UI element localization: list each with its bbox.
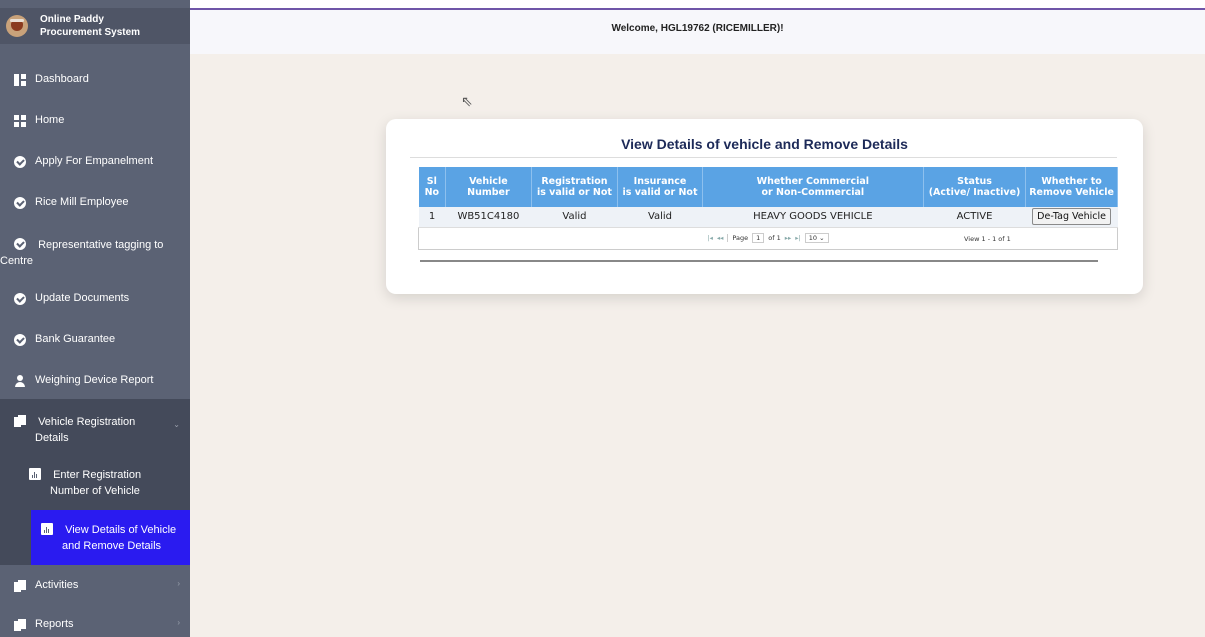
divider xyxy=(410,157,1117,158)
sidebar-item-dashboard[interactable]: Dashboard xyxy=(0,73,190,86)
check-circle-icon xyxy=(14,156,26,168)
table-header-row: Sl No Vehicle Number Registration is valid… xyxy=(418,167,1118,207)
sidebar: Online Paddy Procurement System Dashboar… xyxy=(0,0,190,637)
cell-sl-no: 1 xyxy=(418,207,446,228)
sidebar-item-label-line2: and Remove Details xyxy=(62,540,162,552)
sidebar-item-bank-guarantee[interactable]: Bank Guarantee xyxy=(0,333,190,346)
column-header-commercial[interactable]: Whether Commercial or Non-Commercial xyxy=(702,167,924,207)
top-bar: Welcome, HGL19762 (RICEMILLER)! xyxy=(190,8,1205,54)
first-page-icon[interactable]: |◂ xyxy=(707,234,712,242)
page-size-select[interactable]: 10 ⌄ xyxy=(804,233,829,243)
user-icon xyxy=(14,375,26,387)
sidebar-item-label-line2: Centre xyxy=(0,255,34,267)
page-number-input[interactable]: 1 xyxy=(752,233,765,243)
de-tag-vehicle-button[interactable]: De-Tag Vehicle xyxy=(1032,208,1111,226)
prev-page-icon[interactable]: ◂◂ xyxy=(717,234,724,242)
column-header-vehicle-number[interactable]: Vehicle Number xyxy=(445,167,532,207)
sidebar-item-update-documents[interactable]: Update Documents xyxy=(0,292,190,305)
cell-vehicle-number: WB51C4180 xyxy=(445,207,532,228)
documents-icon xyxy=(14,580,26,592)
sidebar-item-activities[interactable]: Activities › xyxy=(0,579,190,592)
sidebar-item-label-line2: Number of Vehicle xyxy=(50,485,140,497)
vehicle-table: Sl No Vehicle Number Registration is valid… xyxy=(418,167,1118,250)
view-records-info: View 1 - 1 of 1 xyxy=(964,234,1011,243)
column-header-registration[interactable]: Registration is valid or Not xyxy=(531,167,619,207)
sidebar-item-label: Activities xyxy=(35,579,79,591)
sidebar-item-rice-mill-employee[interactable]: Rice Mill Employee xyxy=(0,196,190,209)
sidebar-item-label: Rice Mill Employee xyxy=(35,196,129,208)
sidebar-item-label: Enter Registration xyxy=(53,469,142,481)
cell-commercial: HEAVY GOODS VEHICLE xyxy=(702,207,924,228)
vehicle-details-card: View Details of vehicle and Remove Detai… xyxy=(386,119,1143,294)
sidebar-item-label: Weighing Device Report xyxy=(35,374,154,386)
sidebar-item-label: Home xyxy=(35,114,65,126)
chart-icon xyxy=(41,523,53,535)
column-header-insurance[interactable]: Insurance is valid or Not xyxy=(617,167,703,207)
dashboard-icon xyxy=(14,74,26,86)
sidebar-item-weighing-device-report[interactable]: Weighing Device Report xyxy=(0,374,190,387)
pager: |◂ ◂◂ Page 1 of 1 ▸▸ ▸| 10 ⌄ xyxy=(707,233,829,243)
column-header-sl-no[interactable]: Sl No xyxy=(418,167,447,207)
page-label: Page xyxy=(727,234,748,242)
sidebar-item-view-vehicle-details[interactable]: View Details of Vehicle and Remove Detai… xyxy=(31,510,190,565)
last-page-icon[interactable]: ▸| xyxy=(795,234,800,242)
page-title: View Details of vehicle and Remove Detai… xyxy=(621,136,908,152)
sidebar-item-label: Representative tagging to xyxy=(38,239,164,251)
documents-icon xyxy=(14,619,26,631)
next-page-icon[interactable]: ▸▸ xyxy=(785,234,792,242)
chevron-down-icon: ⌄ xyxy=(819,234,825,242)
pager-cell: |◂ ◂◂ Page 1 of 1 ▸▸ ▸| 10 ⌄ View 1 - 1 … xyxy=(418,226,1118,250)
sidebar-item-label: Reports xyxy=(35,618,74,630)
sidebar-item-label: Apply For Empanelment xyxy=(35,155,153,167)
chevron-icon: › xyxy=(177,618,180,627)
sidebar-item-label: Dashboard xyxy=(35,73,89,85)
mouse-cursor-icon: ⇖ xyxy=(461,93,473,109)
chevron-icon: › xyxy=(177,579,180,588)
pager-row: |◂ ◂◂ Page 1 of 1 ▸▸ ▸| 10 ⌄ View 1 - 1 … xyxy=(418,226,1118,250)
brand[interactable]: Online Paddy Procurement System xyxy=(0,0,190,44)
cell-registration: Valid xyxy=(531,207,618,228)
check-circle-icon xyxy=(14,293,26,305)
check-circle-icon xyxy=(14,334,26,346)
grid-icon xyxy=(14,115,26,127)
sidebar-item-representative-tagging[interactable]: Representative tagging to Centre xyxy=(0,237,190,267)
sidebar-item-apply-empanelment[interactable]: Apply For Empanelment xyxy=(0,155,190,168)
chart-icon xyxy=(29,468,41,480)
sidebar-submenu-vehicle: Vehicle Registration ⌄ Details Enter Reg… xyxy=(0,399,190,565)
sidebar-item-label: View Details of Vehicle xyxy=(65,524,177,536)
sidebar-item-label: Update Documents xyxy=(35,292,130,304)
column-header-status[interactable]: Status (Active/ Inactive) xyxy=(923,167,1027,207)
welcome-text: Welcome, HGL19762 (RICEMILLER)! xyxy=(611,23,784,34)
cell-status: ACTIVE xyxy=(923,207,1026,228)
sidebar-item-label: Vehicle Registration xyxy=(38,416,136,428)
page-total: of 1 xyxy=(768,234,781,242)
chevron-icon: ⌄ xyxy=(173,420,180,429)
sidebar-item-home[interactable]: Home xyxy=(0,114,190,127)
column-header-remove-vehicle[interactable]: Whether to Remove Vehicle xyxy=(1025,167,1118,207)
logo-icon xyxy=(6,15,28,37)
cell-insurance: Valid xyxy=(617,207,703,228)
check-circle-icon xyxy=(14,197,26,209)
horizontal-scrollbar[interactable] xyxy=(420,260,1098,262)
sidebar-item-vehicle-registration[interactable]: Vehicle Registration ⌄ Details xyxy=(0,414,190,444)
sidebar-item-label-line2: Details xyxy=(35,432,69,444)
check-circle-icon xyxy=(14,238,26,250)
brand-title: Online Paddy Procurement System xyxy=(40,14,141,38)
cell-action: De-Tag Vehicle xyxy=(1025,207,1118,228)
sidebar-item-label: Bank Guarantee xyxy=(35,333,116,345)
documents-icon xyxy=(14,415,26,427)
sidebar-item-enter-registration[interactable]: Enter Registration Number of Vehicle xyxy=(0,467,190,497)
table-row[interactable]: 1 WB51C4180 Valid Valid HEAVY GOODS VEHI… xyxy=(418,207,1118,228)
sidebar-item-reports[interactable]: Reports › xyxy=(0,618,190,631)
